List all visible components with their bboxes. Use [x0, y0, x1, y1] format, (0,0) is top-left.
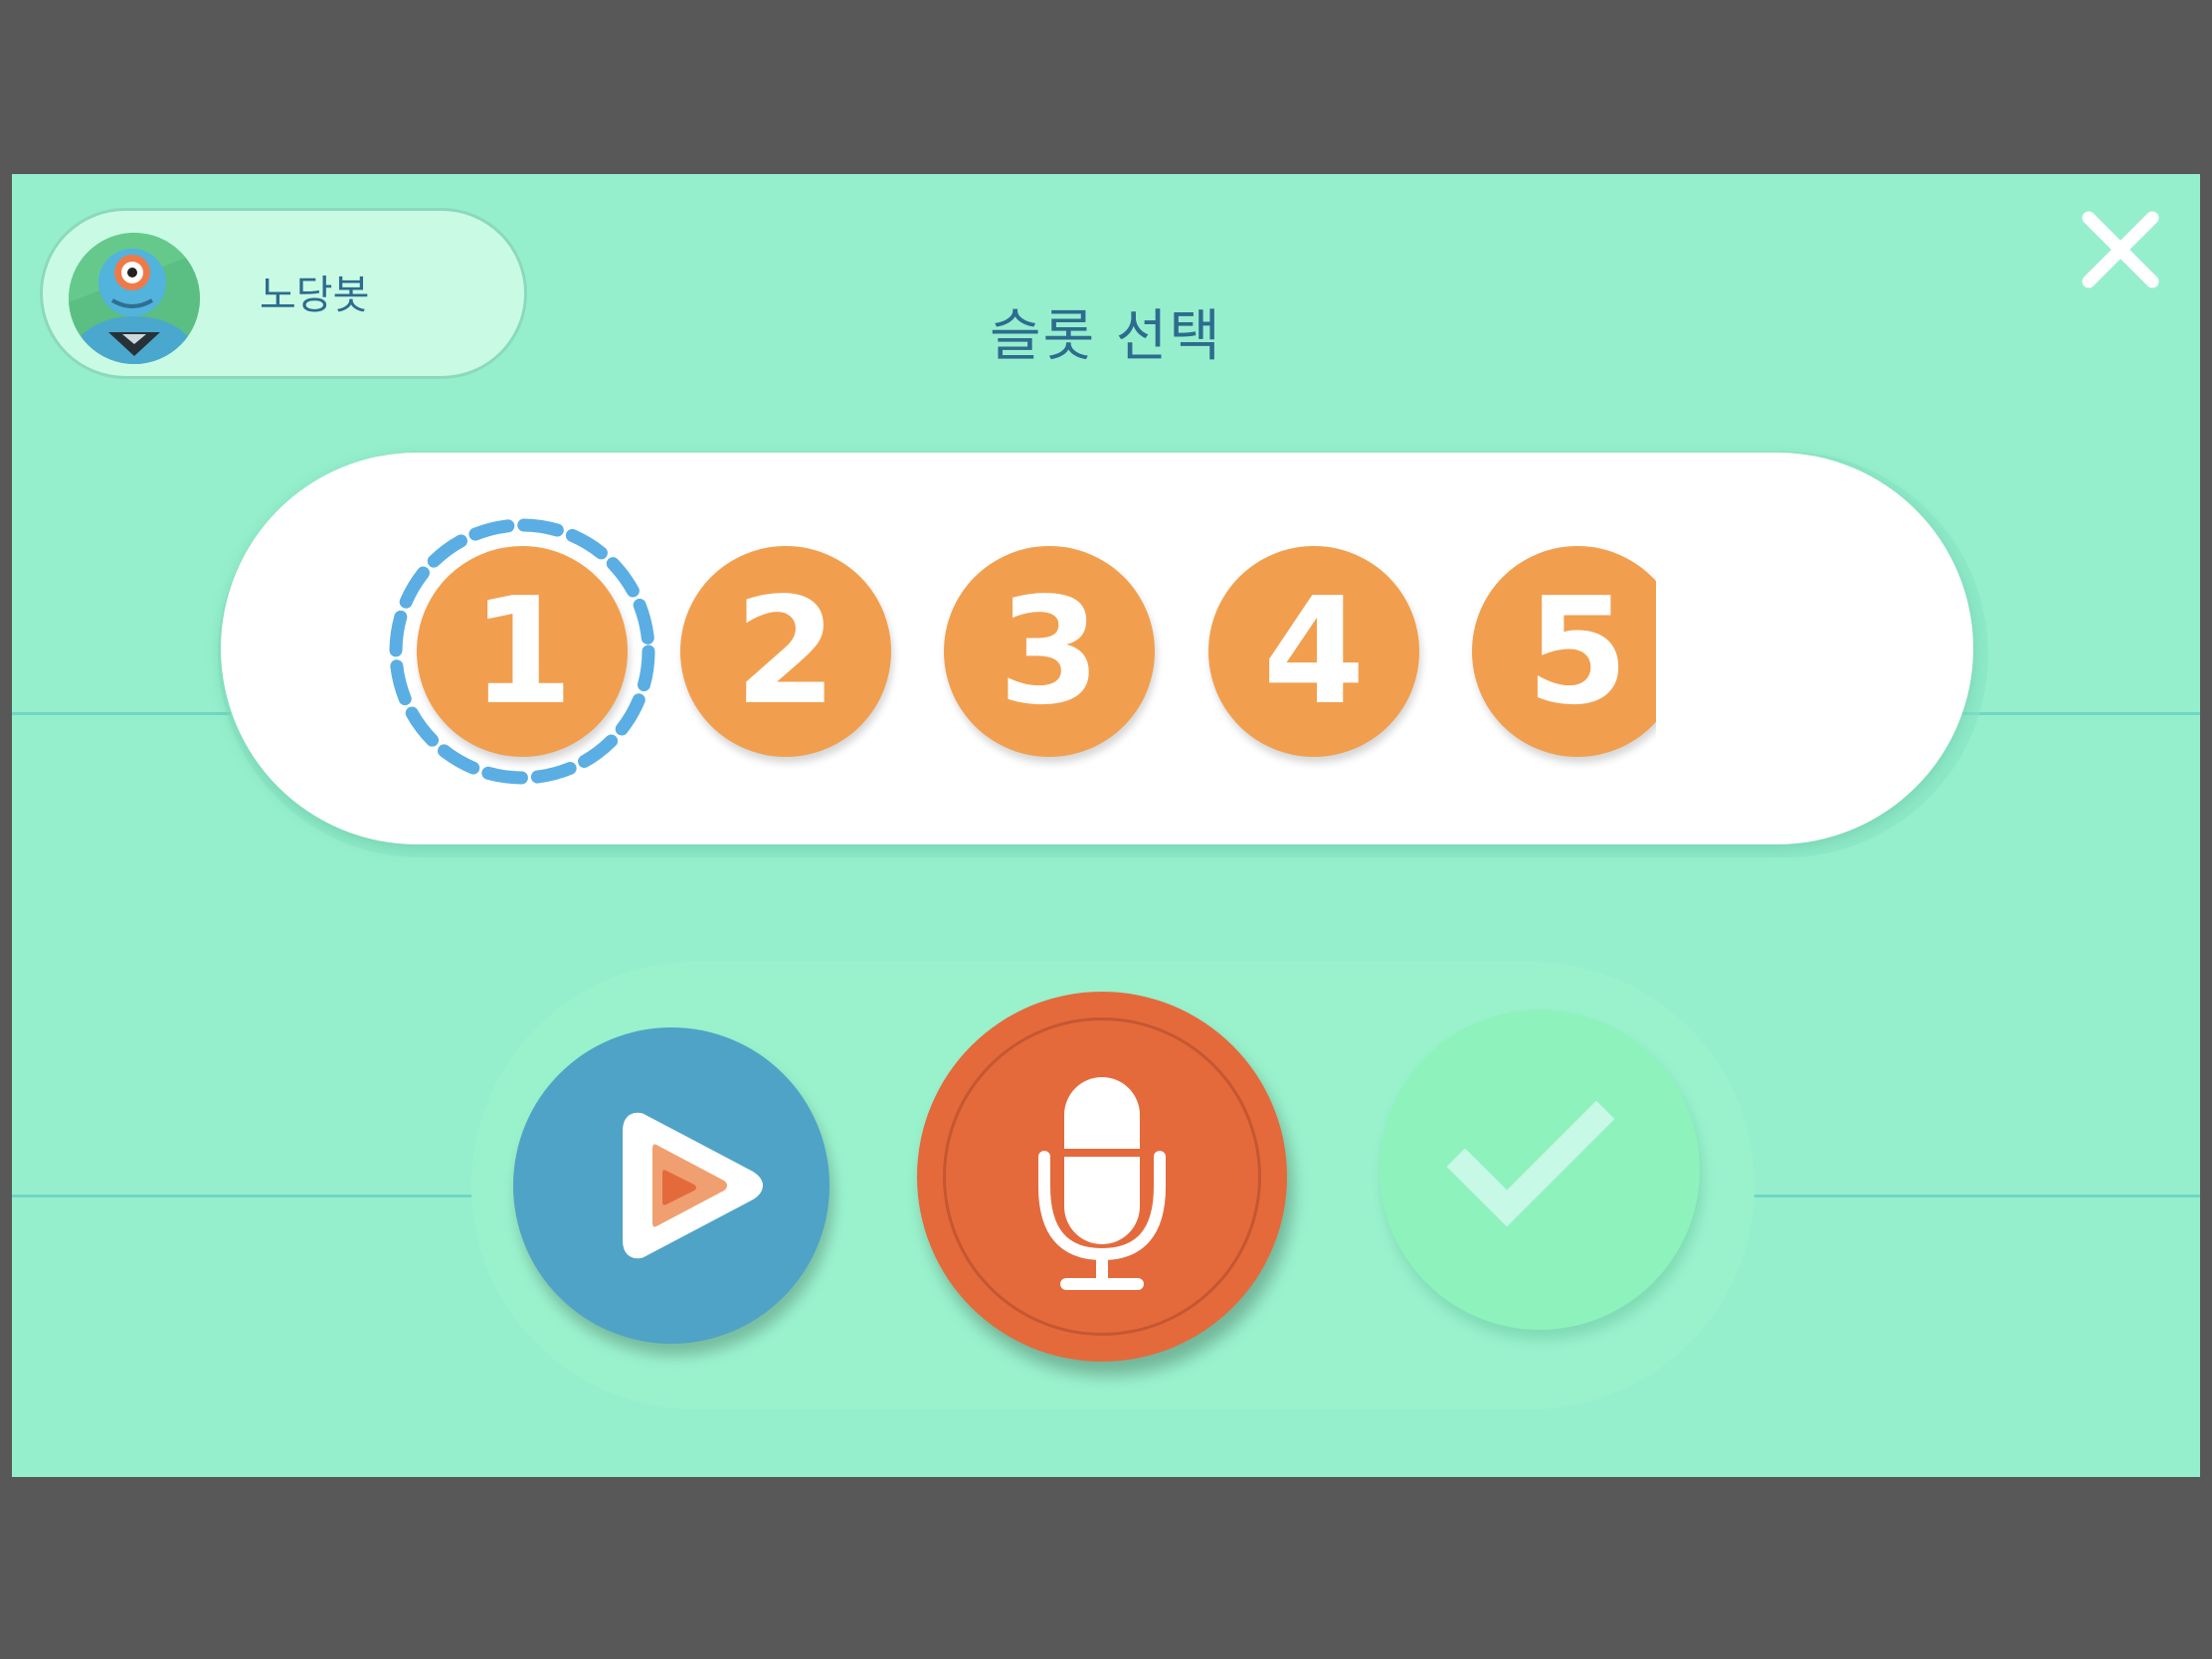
- divider-line: [1745, 1195, 2200, 1198]
- close-icon[interactable]: [2081, 210, 2160, 289]
- slot-3[interactable]: 3: [944, 546, 1155, 757]
- slot-number: 3: [998, 566, 1101, 737]
- slot-bar: 1 2 3 4 5 6: [221, 453, 1973, 844]
- slot-4[interactable]: 4: [1208, 546, 1419, 757]
- confirm-button[interactable]: [1380, 1010, 1700, 1330]
- slot-number: 2: [734, 566, 837, 737]
- play-icon: [623, 1112, 763, 1259]
- slot-selection-panel: 노당봇 슬롯 선택 1 2 3 4 5: [12, 174, 2200, 1477]
- slot-number: 4: [1262, 566, 1366, 737]
- divider-line: [1961, 712, 2200, 715]
- play-button[interactable]: [513, 1027, 830, 1344]
- slot-number: 5: [1526, 566, 1629, 737]
- record-button[interactable]: [917, 992, 1287, 1362]
- page-title: 슬롯 선택: [990, 304, 1222, 369]
- slot-1[interactable]: 1: [389, 518, 655, 785]
- microphone-icon: [1038, 1077, 1166, 1290]
- slot-number: 1: [470, 566, 574, 737]
- checkmark-icon: [1446, 1100, 1615, 1227]
- divider-line: [12, 712, 231, 715]
- divider-line: [12, 1195, 477, 1198]
- slot-list[interactable]: 1 2 3 4 5 6: [380, 453, 1656, 844]
- slot-5[interactable]: 5: [1472, 546, 1656, 757]
- slot-2[interactable]: 2: [680, 546, 891, 757]
